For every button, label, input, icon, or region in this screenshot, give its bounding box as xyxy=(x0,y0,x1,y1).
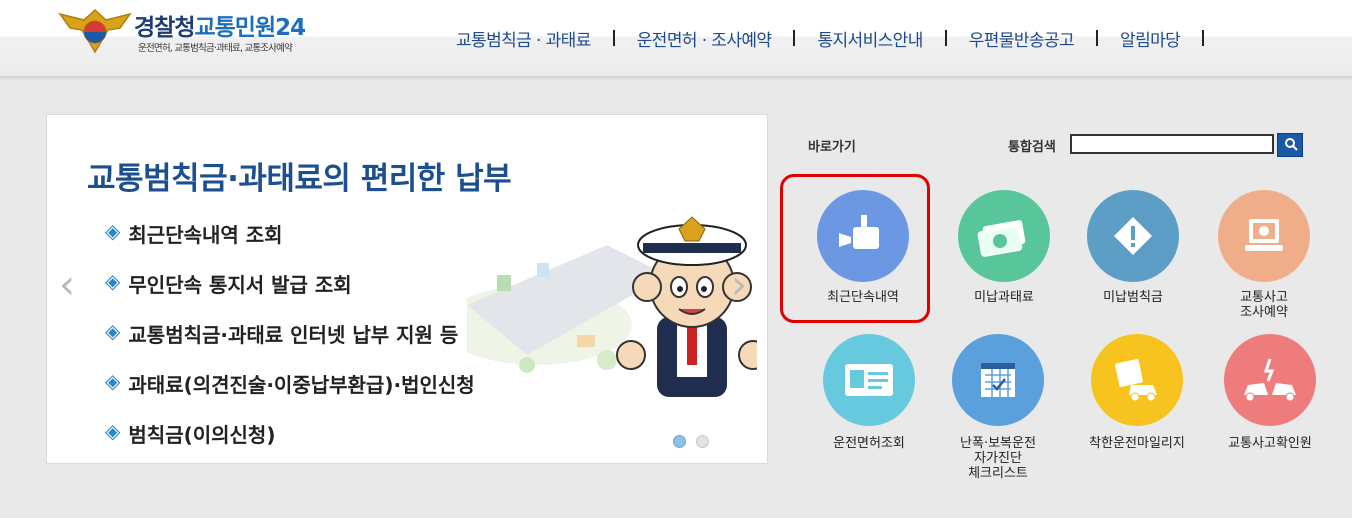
tile-circle xyxy=(1087,190,1179,282)
nav-divider xyxy=(612,30,615,46)
nav-item-license[interactable]: 운전면허 · 조사예약 xyxy=(637,26,772,51)
nav-item-returned-mail[interactable]: 우편물반송공고 xyxy=(969,26,1075,51)
nav-divider xyxy=(944,30,947,46)
tile-circle xyxy=(823,334,915,426)
tile-circle xyxy=(1218,190,1310,282)
site-header: 경찰청교통민원24 운전면허, 교통범칙금·과태료, 교통조사예약 교통범칙금 … xyxy=(0,0,1352,77)
tile-label: 운전면허조회 xyxy=(833,436,905,451)
banner-item-text: 무인단속 통지서 발급 조회 xyxy=(128,273,352,297)
banner-next-arrow-icon[interactable]: › xyxy=(731,265,747,305)
police-emblem-icon xyxy=(58,8,132,54)
slide-indicator xyxy=(673,435,719,448)
quick-tile-self-check[interactable]: 난폭·보복운전 자가진단 체크리스트 xyxy=(933,334,1063,481)
banner-list-item: ◈ 과태료(의견진술·이중납부환급)·법인신청 xyxy=(105,369,475,419)
banner-prev-arrow-icon[interactable]: ‹ xyxy=(59,265,75,305)
main-nav: 교통범칙금 · 과태료 운전면허 · 조사예약 통지서비스안내 우편물반송공고 … xyxy=(456,26,1226,51)
computer-monitor-icon xyxy=(1245,219,1283,251)
nav-divider xyxy=(1096,30,1099,46)
nav-divider xyxy=(793,30,796,46)
slide-dot-1[interactable] xyxy=(673,435,686,448)
nav-item-fines[interactable]: 교통범칙금 · 과태료 xyxy=(456,26,591,51)
highlight-box xyxy=(780,174,930,323)
money-bill-icon xyxy=(977,220,1026,257)
search-label: 통합검색 xyxy=(1008,140,1056,155)
calendar-checklist-icon xyxy=(981,363,1015,397)
site-logo[interactable]: 경찰청교통민원24 운전면허, 교통범칙금·과태료, 교통조사예약 xyxy=(58,6,358,58)
logo-subtitle: 운전면허, 교통범칙금·과태료, 교통조사예약 xyxy=(138,43,293,54)
search-icon xyxy=(1285,137,1298,151)
main-banner[interactable]: 교통범칙금·과태료의 편리한 납부 ◈ 최근단속내역 조회 ◈ 무인단속 통지서 발… xyxy=(46,114,768,464)
quick-links-label: 바로가기 xyxy=(808,140,856,155)
car-crash-icon xyxy=(1244,358,1296,402)
search-input[interactable] xyxy=(1070,134,1274,154)
search-button[interactable] xyxy=(1277,133,1303,157)
id-card-icon xyxy=(845,364,893,396)
banner-list-item: ◈ 최근단속내역 조회 xyxy=(105,219,475,269)
nav-item-notice-board[interactable]: 알림마당 xyxy=(1120,26,1181,51)
nav-item-notice-service[interactable]: 통지서비스안내 xyxy=(817,26,923,51)
banner-item-text: 최근단속내역 조회 xyxy=(128,223,283,247)
tile-label: 난폭·보복운전 자가진단 체크리스트 xyxy=(960,436,1036,481)
quick-tile-unpaid-penalties[interactable]: 미납범칙금 xyxy=(1068,190,1198,305)
tile-label: 미납과태료 xyxy=(974,290,1034,305)
tile-circle xyxy=(952,334,1044,426)
nav-divider xyxy=(1202,30,1205,46)
banner-list-item: ◈ 무인단속 통지서 발급 조회 xyxy=(105,269,475,319)
diamond-bullet-icon: ◈ xyxy=(105,269,121,293)
logo-title-main: 경찰청 xyxy=(134,15,195,41)
mileage-car-icon xyxy=(1115,359,1157,402)
tile-circle xyxy=(958,190,1050,282)
police-mascot-illustration xyxy=(467,216,757,397)
tile-label: 교통사고 조사예약 xyxy=(1240,290,1288,320)
diamond-bullet-icon: ◈ xyxy=(105,319,121,343)
diamond-bullet-icon: ◈ xyxy=(105,369,121,393)
banner-feature-list: ◈ 최근단속내역 조회 ◈ 무인단속 통지서 발급 조회 ◈ 교통범칙금·과태료 인터… xyxy=(105,219,475,463)
quick-tile-unpaid-fines[interactable]: 미납과태료 xyxy=(939,190,1069,305)
banner-item-text: 과태료(의견진술·이중납부환급)·법인신청 xyxy=(128,373,475,397)
banner-list-item: ◈ 범칙금(이의신청) xyxy=(105,419,475,463)
tile-circle xyxy=(1224,334,1316,426)
logo-title-accent: 교통민원24 xyxy=(194,15,306,41)
quick-tile-accident-certificate[interactable]: 교통사고확인원 xyxy=(1205,334,1335,451)
tile-label: 착한운전마일리지 xyxy=(1089,436,1185,451)
quick-tile-license-lookup[interactable]: 운전면허조회 xyxy=(804,334,934,451)
logo-title: 경찰청교통민원24 xyxy=(134,8,306,42)
diamond-bullet-icon: ◈ xyxy=(105,219,121,243)
quick-tile-good-driving-mileage[interactable]: 착한운전마일리지 xyxy=(1072,334,1202,451)
tile-circle xyxy=(1091,334,1183,426)
banner-list-item: ◈ 교통범칙금·과태료 인터넷 납부 지원 등 xyxy=(105,319,475,369)
slide-dot-2[interactable] xyxy=(696,435,709,448)
warning-diamond-icon xyxy=(1114,217,1152,255)
diamond-bullet-icon: ◈ xyxy=(105,419,121,443)
tile-label: 미납범칙금 xyxy=(1103,290,1163,305)
tile-label: 교통사고확인원 xyxy=(1228,436,1312,451)
quick-tile-accident-reservation[interactable]: 교통사고 조사예약 xyxy=(1199,190,1329,320)
banner-item-text: 범칙금(이의신청) xyxy=(128,423,276,447)
banner-item-text: 교통범칙금·과태료 인터넷 납부 지원 등 xyxy=(128,323,459,347)
banner-title: 교통범칙금·과태료의 편리한 납부 xyxy=(87,161,512,197)
